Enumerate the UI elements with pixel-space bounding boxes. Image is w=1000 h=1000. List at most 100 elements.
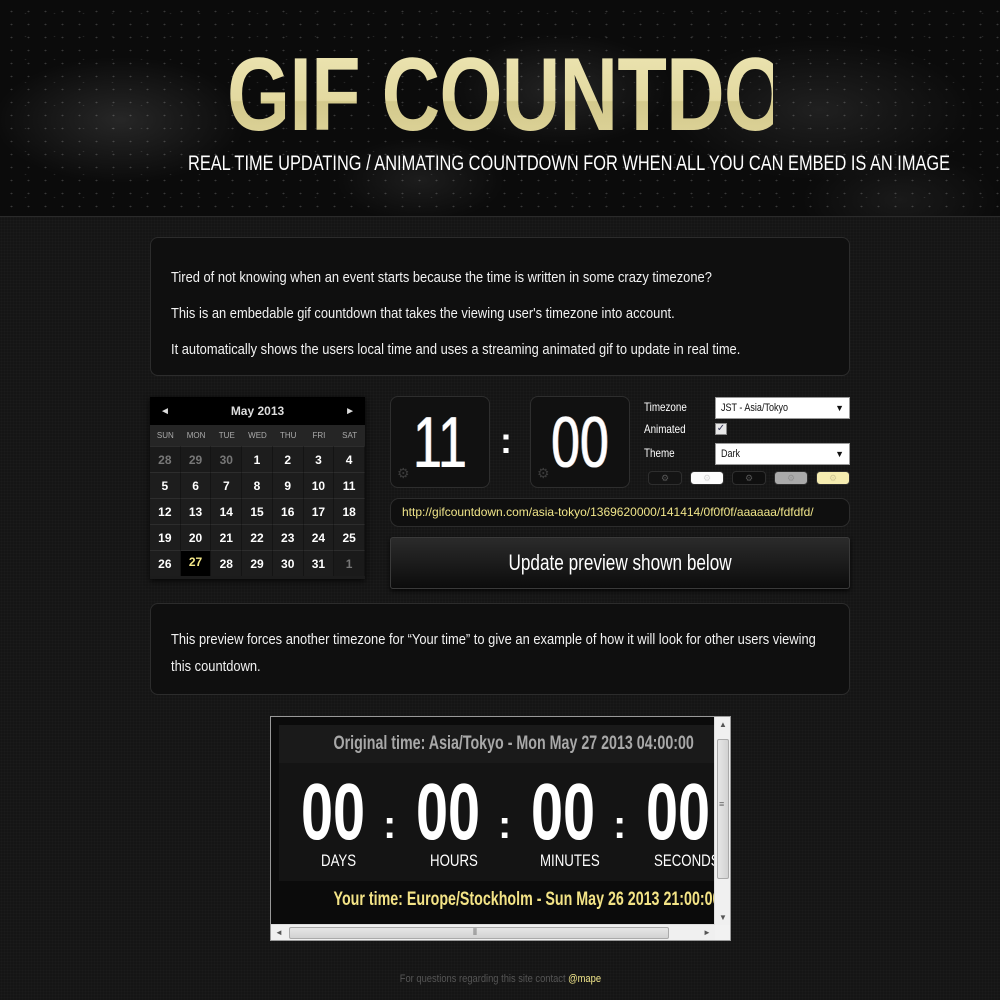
calendar-day[interactable]: 31 <box>303 550 335 576</box>
calendar-day[interactable]: 28 <box>150 446 181 472</box>
calendar-header: ◄ May 2013 ► <box>150 397 365 425</box>
countdown-gif-preview: Original time: Asia/Tokyo - Mon May 27 2… <box>271 717 715 925</box>
seconds-label: SECONDS <box>654 851 715 870</box>
calendar-day[interactable]: 10 <box>303 472 335 498</box>
scroll-up-icon[interactable]: ▲ <box>719 720 727 729</box>
scroll-down-icon[interactable]: ▼ <box>719 913 727 922</box>
calendar-day[interactable]: 13 <box>180 498 212 524</box>
minute-box[interactable]: 00 ⚙ <box>530 396 630 488</box>
calendar-day[interactable]: 23 <box>272 524 304 550</box>
calendar-day[interactable]: 26 <box>150 550 181 576</box>
your-time-bar: Your time: Europe/Stockholm - Sun May 26… <box>279 881 715 921</box>
hours-label: HOURS <box>430 851 478 870</box>
minutes-value: 00 <box>531 767 596 856</box>
minutes-label: MINUTES <box>540 851 600 870</box>
weekday-label: SUN <box>156 431 174 440</box>
weekday-label: TUE <box>218 431 235 440</box>
prev-month-icon[interactable]: ◄ <box>160 406 170 417</box>
footer-text-wrap: For questions regarding this site contac… <box>399 973 600 985</box>
color-swatch-secondary[interactable]: ⚙ <box>774 471 808 485</box>
footer: For questions regarding this site contac… <box>0 973 1000 985</box>
calendar-day[interactable]: 25 <box>334 524 365 550</box>
gear-icon: ⚙ <box>702 472 712 483</box>
timezone-label: Timezone <box>644 400 687 414</box>
calendar-day[interactable]: 3 <box>303 446 335 472</box>
preview-note-panel: This preview forces another timezone for… <box>150 603 850 695</box>
footer-text: For questions regarding this site contac… <box>399 973 568 985</box>
calendar-day[interactable]: 22 <box>242 524 273 550</box>
original-time-text: Original time: Asia/Tokyo - Mon May 27 2… <box>333 733 694 754</box>
hour-box[interactable]: 11 ⚙ <box>390 396 490 488</box>
gear-icon[interactable]: ⚙ <box>397 465 410 482</box>
color-swatches: ⚙ ⚙ ⚙ ⚙ ⚙ <box>648 471 850 485</box>
calendar-day[interactable]: 17 <box>303 498 335 524</box>
scroll-left-icon[interactable]: ◄ <box>275 928 283 937</box>
color-swatch-accent[interactable]: ⚙ <box>816 471 850 485</box>
calendar-day[interactable]: 12 <box>150 498 181 524</box>
color-swatch-background[interactable]: ⚙ <box>648 471 682 485</box>
your-time-text: Your time: Europe/Stockholm - Sun May 26… <box>333 889 716 910</box>
vertical-scrollbar[interactable]: ▲ ≡ ▼ <box>714 717 730 925</box>
header-banner: GIF COUNTDOWN REAL TIME UPDATING / ANIMA… <box>0 0 1000 217</box>
note-line: This preview forces another timezone for… <box>171 631 816 648</box>
calendar-day[interactable]: 30 <box>211 446 243 472</box>
calendar-day[interactable]: 29 <box>242 550 273 576</box>
calendar-day[interactable]: 29 <box>180 446 212 472</box>
date-picker: ◄ May 2013 ► SUN MON TUE WED THU FRI SAT 28 29 3… <box>150 397 365 579</box>
calendar-day[interactable]: 1 <box>334 550 365 576</box>
intro-line: This is an embedable gif countdown that … <box>171 305 675 322</box>
horizontal-scroll-thumb[interactable] <box>289 927 669 939</box>
calendar-days: 28 29 30 1 2 3 4 5 6 7 8 9 10 11 12 13 14 15 16 17 18 19 20 21 2… <box>150 446 365 576</box>
color-swatch-text[interactable]: ⚙ <box>690 471 724 485</box>
gear-icon: ⚙ <box>828 472 838 483</box>
theme-label: Theme <box>644 446 675 460</box>
color-swatch-box[interactable]: ⚙ <box>732 471 766 485</box>
calendar-day[interactable]: 6 <box>180 472 212 498</box>
calendar-month-label: May 2013 <box>230 404 285 418</box>
time-separator: : <box>500 420 512 461</box>
gear-icon: ⚙ <box>744 472 754 483</box>
site-subtitle: REAL TIME UPDATING / ANIMATING COUNTDOWN… <box>188 152 951 175</box>
calendar-day[interactable]: 28 <box>211 550 243 576</box>
horizontal-scrollbar[interactable]: ◄ ⦀ ► <box>271 924 715 940</box>
contact-link[interactable]: @mape <box>568 973 601 985</box>
grip-icon: ⦀ <box>473 927 477 937</box>
embed-url-field[interactable]: http://gifcountdown.com/asia-tokyo/13696… <box>390 498 850 527</box>
update-preview-label: Update preview shown below <box>508 550 732 575</box>
timezone-select[interactable]: JST - Asia/Tokyo ▼ <box>715 397 850 419</box>
countdown-digits: 00 : 00 : 00 : 00 DAYS HOURS MINUTES SEC… <box>279 763 715 881</box>
update-preview-button[interactable]: Update preview shown below <box>390 537 850 589</box>
next-month-icon[interactable]: ► <box>345 406 355 417</box>
weekday-label: THU <box>279 431 297 440</box>
weekday-label: FRI <box>312 431 326 440</box>
theme-select[interactable]: Dark ▼ <box>715 443 850 465</box>
calendar-day[interactable]: 24 <box>303 524 335 550</box>
calendar-day[interactable]: 14 <box>211 498 243 524</box>
calendar-day[interactable]: 20 <box>180 524 212 550</box>
calendar-day[interactable]: 30 <box>272 550 304 576</box>
calendar-day[interactable]: 16 <box>272 498 304 524</box>
vertical-scroll-thumb[interactable] <box>717 739 729 879</box>
gear-icon: ⚙ <box>786 472 796 483</box>
calendar-day[interactable]: 9 <box>272 472 304 498</box>
calendar-day[interactable]: 7 <box>211 472 243 498</box>
calendar-day[interactable]: 4 <box>334 446 365 472</box>
digit-separator: : <box>498 803 512 847</box>
calendar-day[interactable]: 21 <box>211 524 243 550</box>
calendar-day[interactable]: 5 <box>150 472 181 498</box>
weekday-header: SUN MON TUE WED THU FRI SAT <box>150 425 365 446</box>
calendar-day[interactable]: 19 <box>150 524 181 550</box>
calendar-day[interactable]: 2 <box>272 446 304 472</box>
weekday-label: SAT <box>342 431 358 440</box>
animated-checkbox[interactable]: ✓ <box>715 423 727 435</box>
calendar-day-selected[interactable]: 27 <box>180 550 212 576</box>
calendar-day[interactable]: 15 <box>242 498 273 524</box>
calendar-day[interactable]: 8 <box>242 472 273 498</box>
gear-icon[interactable]: ⚙ <box>537 465 550 482</box>
intro-line: Tired of not knowing when an event start… <box>171 269 712 286</box>
calendar-day[interactable]: 1 <box>242 446 273 472</box>
scroll-right-icon[interactable]: ► <box>703 928 711 937</box>
calendar-day[interactable]: 11 <box>334 472 365 498</box>
weekday-label: WED <box>248 431 267 440</box>
calendar-day[interactable]: 18 <box>334 498 365 524</box>
